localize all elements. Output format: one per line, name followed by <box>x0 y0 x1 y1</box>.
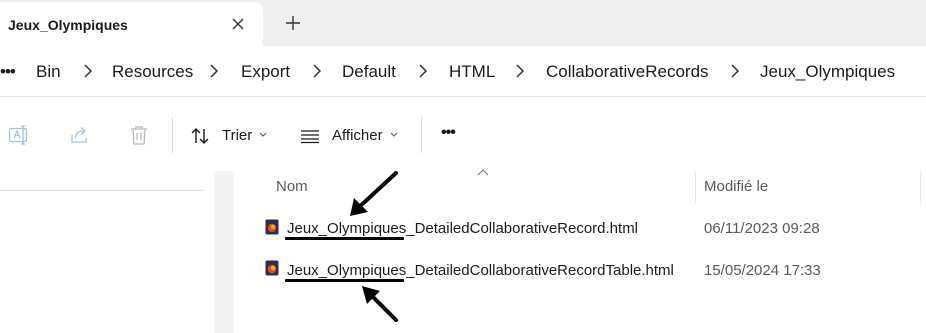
column-header-modified[interactable]: Modifié le <box>704 178 768 195</box>
file-list[interactable] <box>234 171 926 333</box>
view-lines-icon <box>301 130 319 144</box>
tab-title: Jeux_Olympiques <box>8 17 128 33</box>
navigation-pane-divider <box>0 190 204 191</box>
breadcrumb-item-html[interactable]: HTML <box>449 62 495 82</box>
chevron-right-icon[interactable] <box>207 64 221 78</box>
annotation-arrow-icon <box>350 171 398 216</box>
chevron-down-icon <box>259 132 267 137</box>
address-bar[interactable]: ••• Bin Resources Export Default HTML Co… <box>0 46 926 97</box>
file-name-prefix: Jeux_Olympiques <box>287 220 407 237</box>
file-modified-date: 15/05/2024 17:33 <box>704 262 821 279</box>
column-header-name[interactable]: Nom <box>276 178 308 195</box>
toolbar-divider <box>421 117 422 153</box>
chevron-right-icon[interactable] <box>416 64 430 78</box>
breadcrumb-item-default[interactable]: Default <box>342 62 396 82</box>
plus-icon[interactable] <box>284 14 302 32</box>
sort-button[interactable]: Trier <box>186 117 276 153</box>
share-icon[interactable] <box>69 124 91 146</box>
toolbar-divider <box>172 117 173 153</box>
sort-label: Trier <box>222 127 253 144</box>
pane-splitter[interactable] <box>214 171 234 333</box>
file-name-rest: _DetailedCollaborativeRecord.html <box>406 220 639 237</box>
more-options-button[interactable]: ••• <box>441 124 456 142</box>
file-modified-date: 06/11/2023 09:28 <box>704 220 820 237</box>
column-separator[interactable] <box>920 171 921 203</box>
html-file-icon <box>265 219 279 235</box>
file-name-prefix: Jeux_Olympiques <box>287 262 407 279</box>
file-name-rest: _DetailedCollaborativeRecordTable.html <box>406 262 674 279</box>
close-icon[interactable] <box>229 15 247 33</box>
column-separator[interactable] <box>695 171 696 203</box>
view-label: Afficher <box>332 127 383 144</box>
command-bar: Trier Afficher ••• <box>0 97 926 172</box>
file-name[interactable]: Jeux_Olympiques_DetailedCollaborativeRec… <box>287 262 674 279</box>
annotation-arrow-icon <box>362 286 398 322</box>
breadcrumb-item-resources[interactable]: Resources <box>112 62 193 82</box>
html-file-icon <box>265 260 279 276</box>
breadcrumb-overflow-button[interactable]: ••• <box>0 62 16 82</box>
breadcrumb-item-jeux-olympiques[interactable]: Jeux_Olympiques <box>760 62 895 82</box>
chevron-down-icon <box>390 132 398 137</box>
rename-icon[interactable] <box>8 124 30 146</box>
view-button[interactable]: Afficher <box>296 117 406 153</box>
file-name[interactable]: Jeux_Olympiques_DetailedCollaborativeRec… <box>287 220 638 237</box>
tab-jeux-olympiques[interactable]: Jeux_Olympiques <box>0 2 263 46</box>
tab-strip: Jeux_Olympiques <box>0 0 926 46</box>
chevron-right-icon[interactable] <box>513 64 527 78</box>
breadcrumb-item-export[interactable]: Export <box>241 62 290 82</box>
annotation-underline <box>285 237 404 240</box>
breadcrumb-item-collaborative-records[interactable]: CollaborativeRecords <box>546 62 709 82</box>
chevron-right-icon[interactable] <box>81 64 95 78</box>
sort-ascending-icon <box>477 169 489 176</box>
chevron-right-icon[interactable] <box>310 64 324 78</box>
sort-arrows-icon <box>191 128 209 144</box>
breadcrumb-item-bin[interactable]: Bin <box>36 62 61 82</box>
navigation-pane[interactable] <box>0 171 214 333</box>
trash-icon[interactable] <box>128 124 150 146</box>
chevron-right-icon[interactable] <box>728 64 742 78</box>
